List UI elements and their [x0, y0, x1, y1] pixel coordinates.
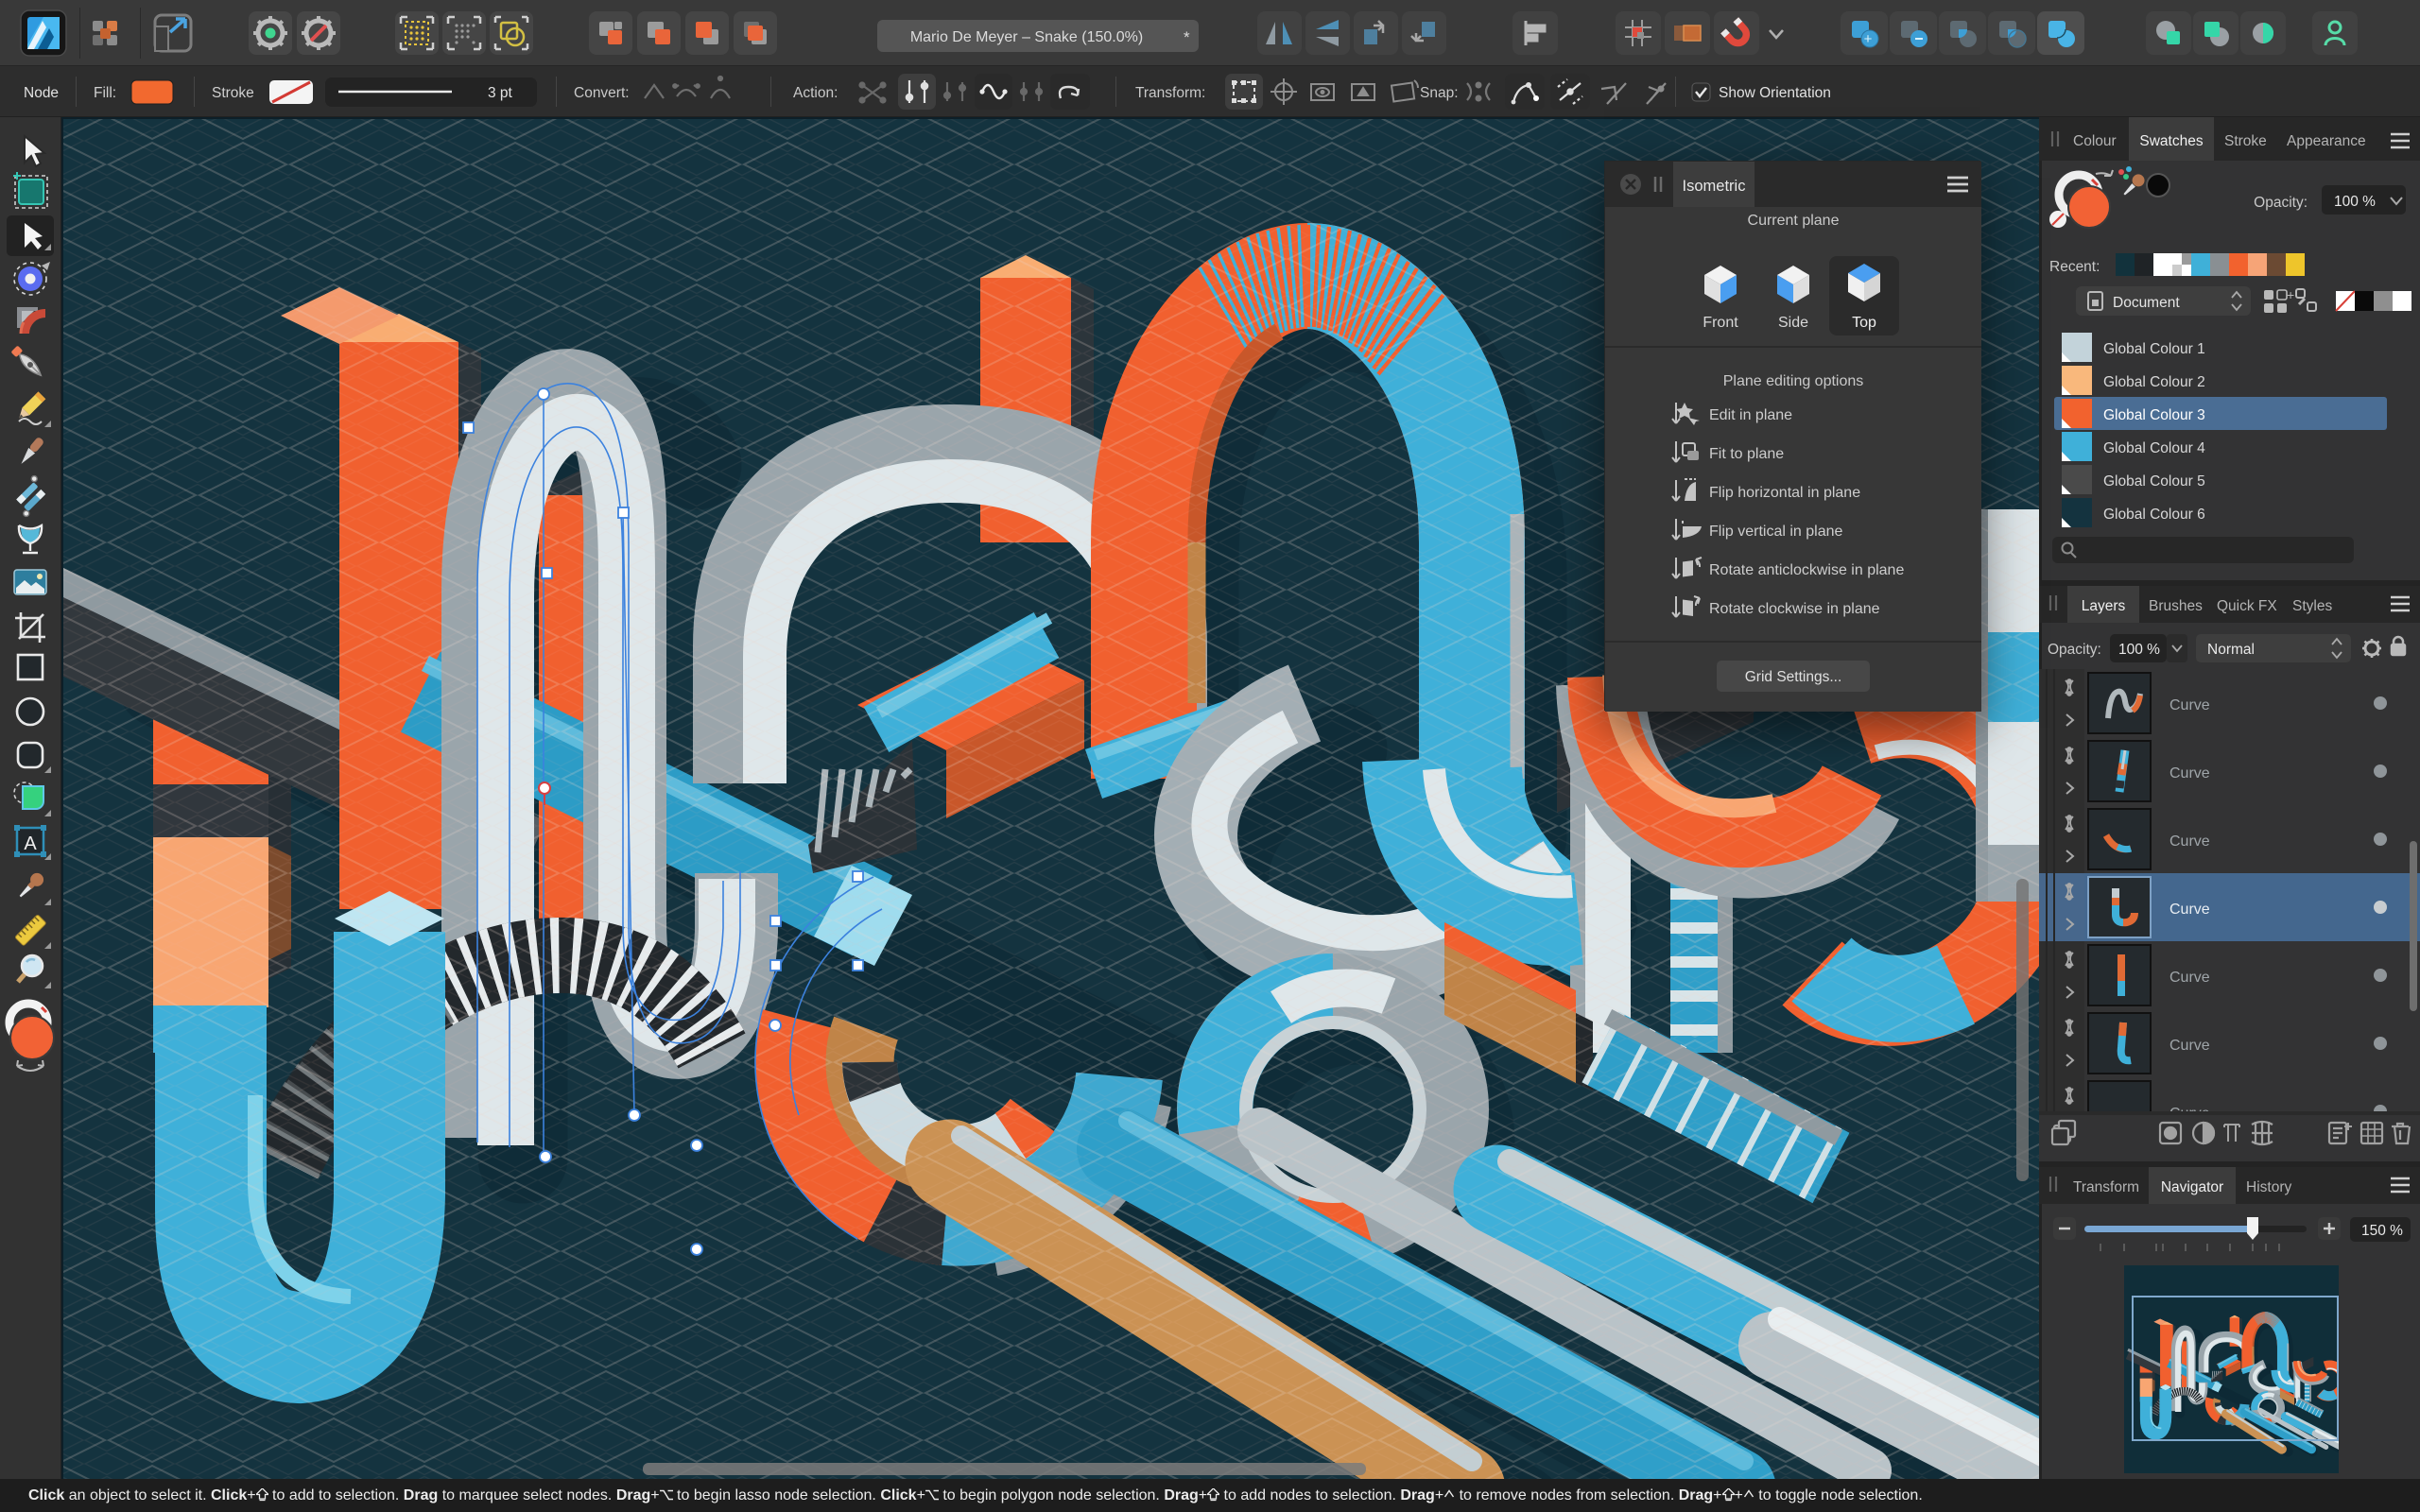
svg-text:Front: Front: [1703, 315, 1738, 331]
svg-text:+: +: [2287, 287, 2294, 302]
svg-text:Transform:: Transform:: [1135, 85, 1205, 101]
svg-text:Curve: Curve: [2169, 1038, 2210, 1054]
svg-text:Curve: Curve: [2169, 970, 2210, 986]
svg-text:Isometric: Isometric: [1683, 178, 1746, 195]
svg-text:Edit in plane: Edit in plane: [1709, 407, 1792, 423]
svg-text:Global Colour 3: Global Colour 3: [2103, 407, 2205, 423]
svg-text:Global Colour 1: Global Colour 1: [2103, 341, 2205, 357]
svg-text:Rotate clockwise in plane: Rotate clockwise in plane: [1709, 601, 1880, 617]
svg-text:Recent:: Recent:: [2049, 259, 2100, 275]
svg-text:Quick FX: Quick FX: [2217, 598, 2277, 614]
svg-text:Opacity:: Opacity:: [2048, 642, 2101, 658]
svg-text:Stroke: Stroke: [2224, 133, 2267, 149]
svg-text:Plane editing options: Plane editing options: [1723, 373, 1864, 389]
svg-text:Node: Node: [24, 85, 59, 101]
svg-text:A: A: [24, 833, 37, 854]
svg-text:Opacity:: Opacity:: [2254, 195, 2308, 211]
svg-text:3 pt: 3 pt: [488, 85, 513, 101]
svg-text:Show Orientation: Show Orientation: [1719, 85, 1831, 101]
svg-text:Navigator: Navigator: [2161, 1179, 2223, 1195]
svg-text:Top: Top: [1852, 315, 1876, 331]
svg-text:Stroke: Stroke: [212, 85, 254, 101]
svg-text:Curve: Curve: [2169, 765, 2210, 782]
svg-text:Fit to plane: Fit to plane: [1709, 446, 1784, 462]
svg-text:Side: Side: [1778, 315, 1808, 331]
svg-text:Flip horizontal in plane: Flip horizontal in plane: [1709, 485, 1860, 501]
svg-text:Curve: Curve: [2169, 833, 2210, 850]
svg-text:Swatches: Swatches: [2139, 133, 2203, 149]
svg-text:Transform: Transform: [2073, 1179, 2139, 1195]
svg-text:Snap:: Snap:: [1420, 85, 1459, 101]
svg-text:Global Colour 5: Global Colour 5: [2103, 473, 2205, 490]
svg-text:+: +: [1864, 31, 1873, 47]
svg-text:Appearance: Appearance: [2287, 133, 2366, 149]
svg-text:Layers: Layers: [2082, 598, 2126, 614]
svg-text:*: *: [1184, 28, 1190, 46]
svg-text:Colour: Colour: [2073, 133, 2117, 149]
svg-text:Convert:: Convert:: [574, 85, 630, 101]
svg-text:Normal: Normal: [2207, 642, 2255, 658]
svg-text:Document: Document: [2113, 295, 2180, 311]
svg-text:Global Colour 6: Global Colour 6: [2103, 507, 2205, 523]
svg-text:Mario De Meyer – Snake (150.0%: Mario De Meyer – Snake (150.0%): [910, 29, 1143, 45]
svg-text:100 %: 100 %: [2118, 642, 2160, 658]
svg-text:Fill:: Fill:: [94, 85, 116, 101]
svg-text:Curve: Curve: [2169, 697, 2210, 713]
svg-text:Flip vertical in plane: Flip vertical in plane: [1709, 524, 1843, 540]
svg-text:Action:: Action:: [793, 85, 838, 101]
svg-text:100 %: 100 %: [2334, 194, 2376, 210]
svg-text:Styles: Styles: [2292, 598, 2332, 614]
svg-text:History: History: [2246, 1179, 2291, 1195]
svg-text:Current plane: Current plane: [1748, 213, 1840, 229]
svg-text:Rotate anticlockwise in plane: Rotate anticlockwise in plane: [1709, 562, 1904, 578]
svg-text:Curve: Curve: [2169, 902, 2210, 918]
svg-text:150 %: 150 %: [2361, 1223, 2403, 1239]
svg-text:Brushes: Brushes: [2149, 598, 2203, 614]
svg-text:Grid Settings...: Grid Settings...: [1745, 669, 1842, 685]
svg-text:Global Colour 2: Global Colour 2: [2103, 374, 2205, 390]
svg-text:Global Colour 4: Global Colour 4: [2103, 440, 2205, 456]
